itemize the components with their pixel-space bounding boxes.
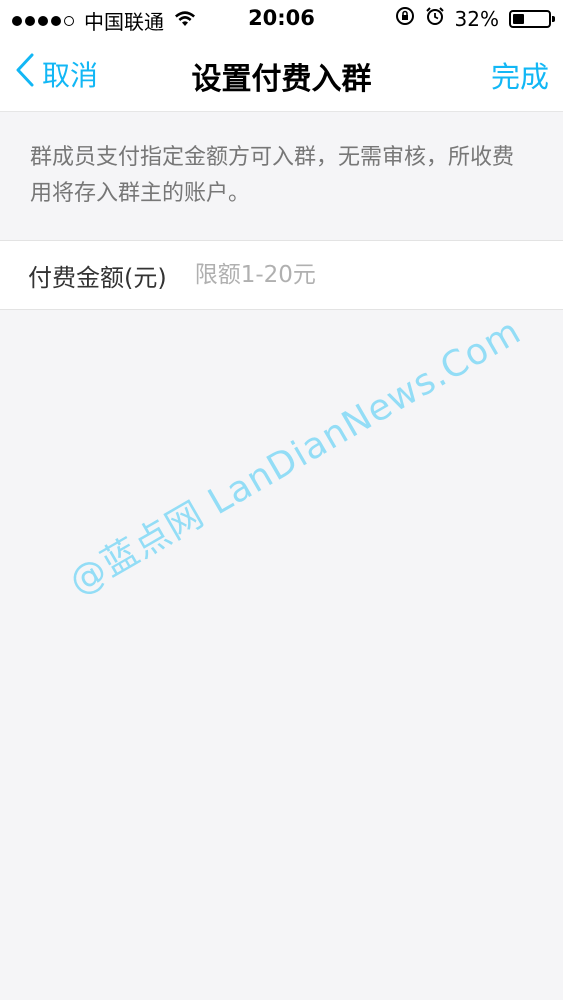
status-bar: 中国联通 20:06 32% <box>0 0 563 36</box>
done-button[interactable]: 完成 <box>491 54 549 96</box>
page-title: 设置付费入群 <box>191 62 372 97</box>
status-right: 32% <box>395 6 555 31</box>
nav-bar: 取消 设置付费入群 完成 <box>0 36 563 112</box>
battery-percent: 32% <box>454 6 499 31</box>
rotation-lock-icon <box>395 6 415 31</box>
alarm-icon <box>425 6 445 31</box>
watermark-text: @蓝点网 LanDianNews.Com <box>62 310 529 604</box>
screen: 中国联通 20:06 32% 取消 设置付费入群 完成 群成员支付指定金额方可入… <box>0 0 563 1000</box>
description-text: 群成员支付指定金额方可入群，无需审核，所收费用将存入群主的账户。 <box>0 112 563 240</box>
battery-icon <box>509 9 555 28</box>
amount-label: 付费金额(元) <box>28 263 167 292</box>
amount-input[interactable] <box>194 262 495 288</box>
amount-row: 付费金额(元) <box>0 240 563 310</box>
